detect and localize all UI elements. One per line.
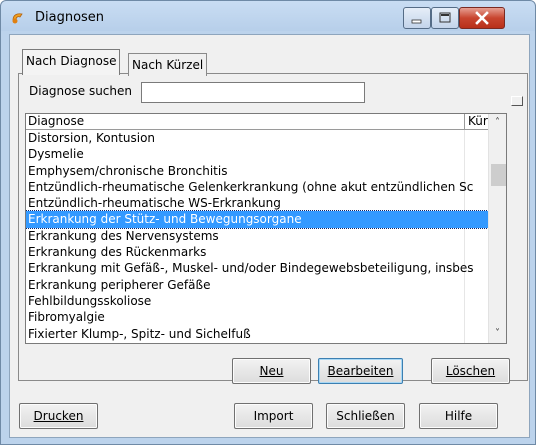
list-header: Diagnose Kür (26, 114, 488, 130)
list-item[interactable]: Erkrankung des Rückenmarks (26, 244, 488, 260)
dialog-window: Diagnosen Nach Diagnose Nach Kürzel Diag… (0, 0, 536, 445)
list-item-selected[interactable]: Erkrankung der Stütz- und Bewegungsorgan… (26, 210, 489, 229)
drucken-button[interactable]: Drucken (19, 403, 98, 429)
column-header-diagnose[interactable]: Diagnose (28, 114, 84, 129)
chevron-down-icon: ˅ (495, 328, 500, 339)
list-item[interactable]: Distorsion, Kontusion (26, 130, 488, 146)
list-item[interactable]: Entzündlich-rheumatische Gelenkerkrankun… (26, 179, 488, 195)
hilfe-label: Hilfe (444, 409, 473, 423)
drucken-label: Drucken (33, 409, 84, 423)
maximize-icon (439, 12, 451, 23)
scroll-thumb[interactable] (491, 164, 506, 186)
loeschen-label: Löschen (445, 364, 496, 378)
neu-label: Neu (259, 364, 284, 378)
list-item[interactable]: Erkrankung mit Gefäß-, Muskel- und/oder … (26, 260, 488, 276)
title-bar[interactable]: Diagnosen (1, 1, 535, 35)
scroll-up-button[interactable]: ˄ (489, 114, 506, 130)
import-button[interactable]: Import (234, 403, 313, 429)
import-label: Import (253, 409, 294, 423)
schliessen-label: Schließen (336, 409, 395, 423)
bearbeiten-button[interactable]: Bearbeiten (318, 358, 403, 384)
size-grip-button[interactable] (511, 96, 523, 106)
list-item[interactable]: Fehlbildungsskoliose (26, 293, 488, 309)
close-icon (475, 11, 489, 25)
vertical-scrollbar[interactable]: ˄ ˅ (488, 114, 506, 343)
list-item[interactable]: Fibromyalgie (26, 309, 488, 325)
bearbeiten-label: Bearbeiten (327, 364, 394, 378)
app-icon (12, 13, 23, 24)
minimize-button[interactable] (403, 7, 431, 29)
chevron-up-icon: ˄ (495, 117, 500, 128)
hilfe-button[interactable]: Hilfe (419, 403, 498, 429)
list-rows: Distorsion, Kontusion Dysmelie Emphysem/… (26, 130, 489, 342)
list-item[interactable]: Erkrankung des Nervensystems (26, 228, 488, 244)
list-item[interactable]: Emphysem/chronische Bronchitis (26, 163, 488, 179)
search-label: Diagnose suchen (29, 84, 132, 98)
dialog-content: Nach Diagnose Nach Kürzel Diagnose suche… (9, 34, 530, 438)
window-title: Diagnosen (35, 10, 105, 25)
neu-button[interactable]: Neu (232, 358, 311, 384)
loeschen-button[interactable]: Löschen (431, 358, 510, 384)
list-item[interactable]: Erkrankung peripherer Gefäße (26, 277, 488, 293)
list-item[interactable]: Dysmelie (26, 146, 488, 162)
tab-nach-diagnose[interactable]: Nach Diagnose (22, 49, 121, 75)
maximize-button[interactable] (431, 7, 459, 29)
search-input[interactable] (141, 82, 365, 103)
tab-nach-kuerzel[interactable]: Nach Kürzel (128, 53, 208, 76)
minimize-icon (411, 19, 422, 24)
diagnosis-list[interactable]: Diagnose Kür Distorsion, Kontusion Dysme… (25, 113, 507, 344)
schliessen-button[interactable]: Schließen (326, 403, 405, 429)
scroll-down-button[interactable]: ˅ (489, 327, 506, 343)
list-item[interactable]: Entzündlich-rheumatische WS-Erkrankung (26, 195, 488, 211)
list-item[interactable]: Fixierter Klump-, Spitz- und Sichelfuß (26, 326, 488, 342)
close-button[interactable] (459, 7, 505, 29)
